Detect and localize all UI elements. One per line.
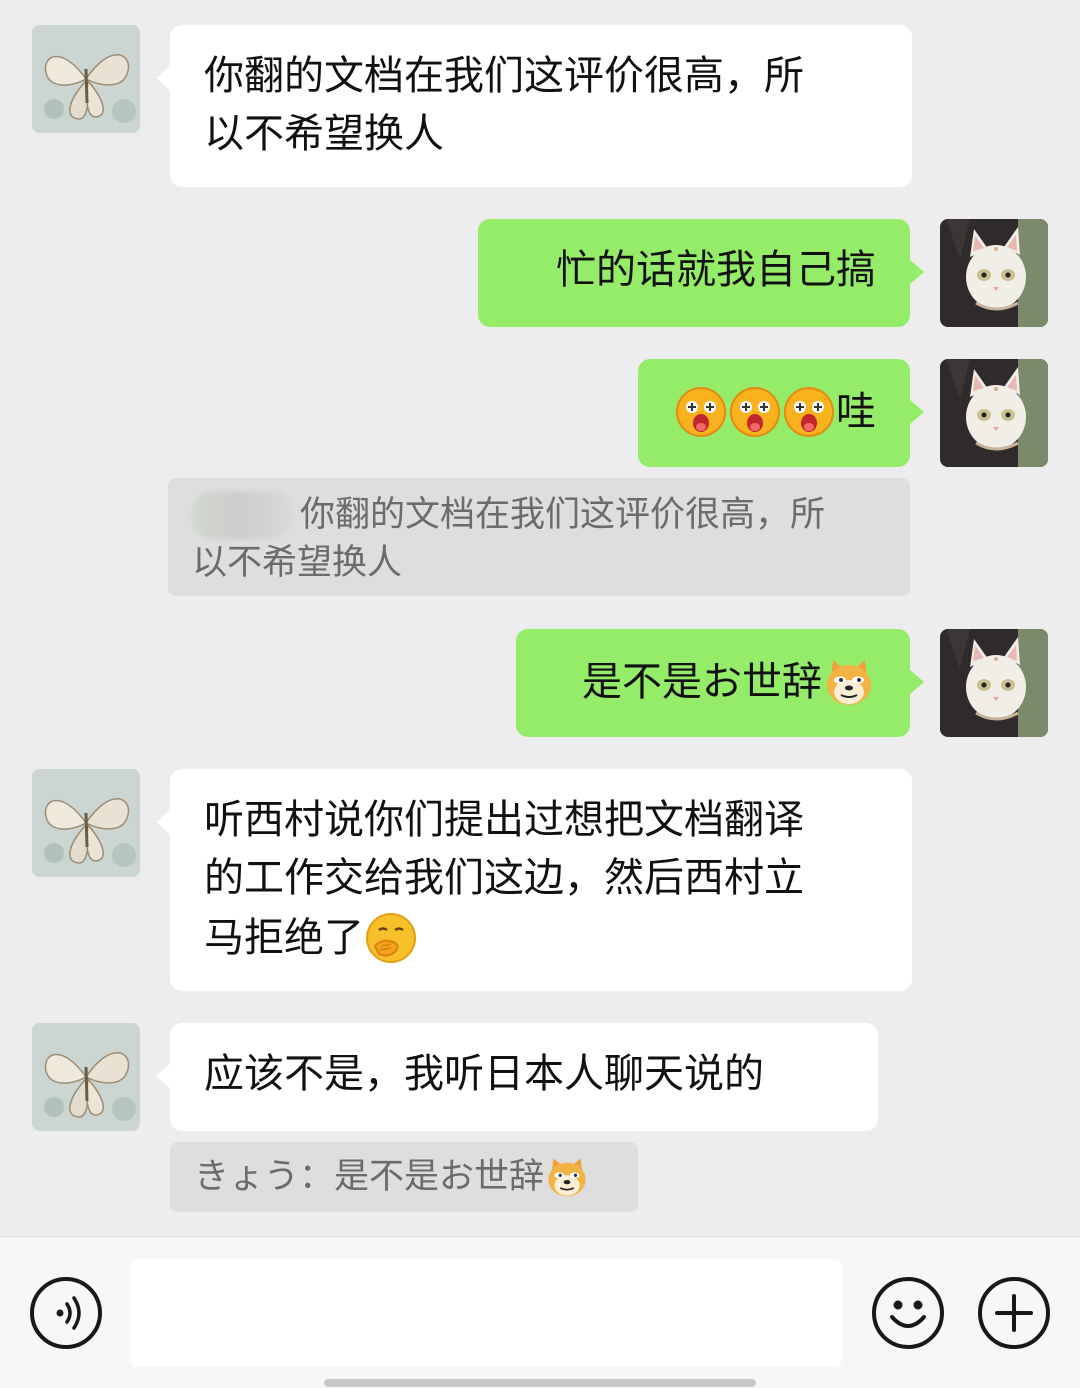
contact-avatar[interactable] xyxy=(32,1023,140,1131)
quoted-message[interactable]: 你翻的文档在我们这评价很高，所 以不希望换人 xyxy=(168,478,910,596)
chat-message-list[interactable]: 你翻的文档在我们这评价很高，所 以不希望换人 忙的话就我自己搞 哇 你翻的文档在… xyxy=(0,0,1080,1236)
input-bar xyxy=(0,1236,1080,1388)
quote-text-line: 你翻的文档在我们这评价很高，所 xyxy=(300,495,826,535)
incoming-message[interactable]: 应该不是，我听日本人聊天说的 xyxy=(156,1023,878,1131)
message-text-line: 你翻的文档在我们这评价很高，所 xyxy=(204,53,804,99)
message-text: 应该不是，我听日本人聊天说的 xyxy=(204,1051,764,1097)
doge-emoji xyxy=(823,656,875,708)
shocked-face-emoji xyxy=(675,386,727,438)
message-text: 是不是お世辞 xyxy=(582,659,822,705)
my-avatar[interactable] xyxy=(940,359,1048,467)
message-text-line: 以不希望换人 xyxy=(204,111,444,157)
message-text: 哇 xyxy=(836,389,876,435)
shocked-face-emoji xyxy=(783,386,835,438)
message-text: 忙的话就我自己搞 xyxy=(556,247,876,293)
outgoing-message[interactable]: 是不是お世辞 xyxy=(516,629,924,737)
shocked-face-emoji xyxy=(729,386,781,438)
smiley-icon[interactable] xyxy=(872,1277,944,1349)
incoming-message[interactable]: 听西村说你们提出过想把文档翻译 的工作交给我们这边，然后西村立 马拒绝了 xyxy=(156,769,912,991)
contact-avatar[interactable] xyxy=(32,769,140,877)
voice-icon[interactable] xyxy=(30,1277,102,1349)
message-text-line: 的工作交给我们这边，然后西村立 xyxy=(204,855,804,901)
facepalm-emoji xyxy=(365,912,417,964)
incoming-message[interactable]: 你翻的文档在我们这评价很高，所 以不希望换人 xyxy=(156,25,912,187)
quoted-message[interactable]: きょう：是不是お世辞 xyxy=(170,1142,638,1212)
blurred-sender-name xyxy=(192,491,292,539)
message-text-line: 听西村说你们提出过想把文档翻译 xyxy=(204,797,804,843)
quote-text: きょう：是不是お世辞 xyxy=(194,1157,545,1197)
my-avatar[interactable] xyxy=(940,219,1048,327)
quote-text-line: 以不希望换人 xyxy=(192,543,403,583)
my-avatar[interactable] xyxy=(940,629,1048,737)
outgoing-message[interactable]: 哇 xyxy=(638,359,924,467)
outgoing-message[interactable]: 忙的话就我自己搞 xyxy=(478,219,924,327)
home-indicator xyxy=(324,1379,756,1387)
contact-avatar[interactable] xyxy=(32,25,140,133)
message-input[interactable] xyxy=(130,1259,842,1367)
message-text-line: 马拒绝了 xyxy=(204,915,364,961)
plus-icon[interactable] xyxy=(978,1277,1050,1349)
doge-emoji xyxy=(545,1155,589,1199)
